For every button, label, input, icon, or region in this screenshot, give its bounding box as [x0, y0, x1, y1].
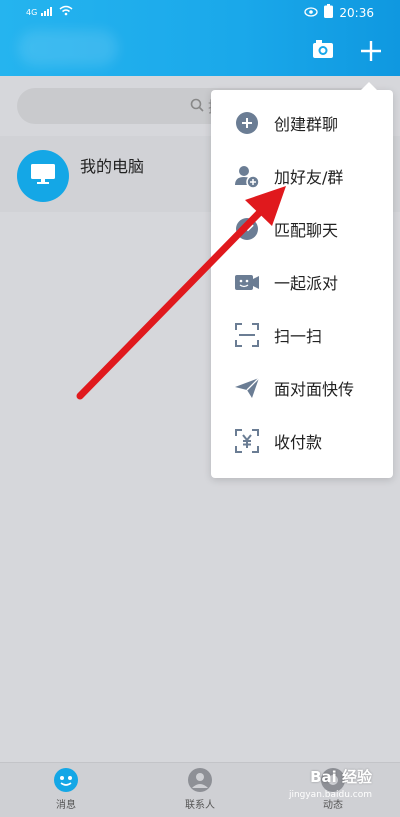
watermark: Bai 经验 [310, 768, 372, 786]
annotation-arrow [76, 186, 286, 400]
tab-contacts[interactable]: 联系人 [170, 767, 230, 815]
tab-messages[interactable]: 消息 [36, 767, 96, 815]
contacts-icon [187, 767, 213, 793]
messages-icon [53, 767, 79, 793]
watermark-url: jingyan.baidu.com [288, 790, 372, 800]
tab-label: 消息 [56, 800, 76, 811]
tab-label: 联系人 [185, 800, 215, 811]
